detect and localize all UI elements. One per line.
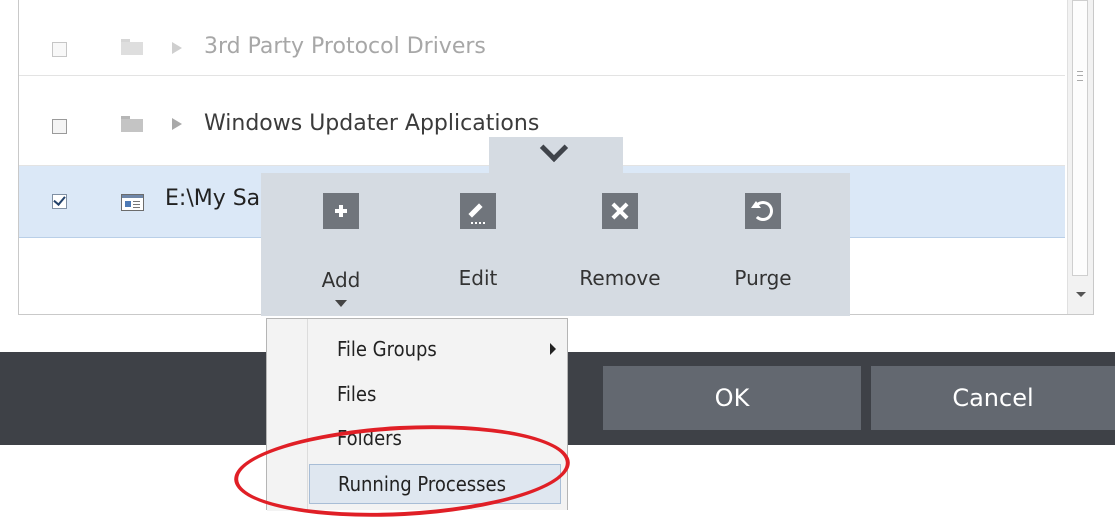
ok-button[interactable]: OK bbox=[603, 366, 861, 430]
menu-item-files[interactable]: Files bbox=[309, 372, 561, 416]
remove-button[interactable]: Remove bbox=[570, 193, 670, 313]
pencil-icon[interactable] bbox=[460, 193, 496, 229]
scrollbar-thumb[interactable] bbox=[1072, 0, 1088, 276]
edit-label: Edit bbox=[458, 266, 498, 290]
edit-button[interactable]: Edit bbox=[428, 193, 528, 313]
list-row-3rd-party-protocol-drivers[interactable]: 3rd Party Protocol Drivers bbox=[19, 0, 1065, 76]
toolbar-collapse-tab[interactable] bbox=[489, 133, 623, 173]
expand-arrow-icon[interactable] bbox=[172, 42, 182, 54]
folder-icon bbox=[121, 39, 143, 55]
row-label: E:\My Sa bbox=[165, 186, 261, 211]
row-checkbox[interactable] bbox=[52, 119, 67, 134]
row-label: Windows Updater Applications bbox=[204, 111, 540, 136]
scroll-down-arrow-icon[interactable] bbox=[1076, 292, 1086, 297]
plus-icon[interactable] bbox=[323, 193, 359, 229]
vertical-scrollbar[interactable] bbox=[1067, 0, 1093, 314]
row-checkbox-checked[interactable] bbox=[52, 193, 67, 209]
expand-arrow-icon[interactable] bbox=[172, 118, 182, 130]
folder-icon bbox=[121, 116, 143, 132]
menu-item-label: File Groups bbox=[337, 337, 437, 361]
menu-item-file-groups[interactable]: File Groups bbox=[309, 327, 561, 371]
checkmark-icon bbox=[53, 193, 66, 206]
row-label: 3rd Party Protocol Drivers bbox=[204, 34, 486, 59]
add-label: Add bbox=[321, 268, 361, 292]
grip-icon bbox=[1077, 71, 1083, 81]
refresh-icon[interactable] bbox=[745, 193, 781, 229]
cancel-button[interactable]: Cancel bbox=[871, 366, 1115, 430]
submenu-arrow-icon bbox=[550, 343, 556, 355]
close-icon[interactable] bbox=[602, 193, 638, 229]
menu-item-label: Files bbox=[337, 382, 377, 406]
chevron-down-icon[interactable] bbox=[539, 133, 569, 163]
add-button[interactable]: Add bbox=[291, 193, 391, 313]
remove-label: Remove bbox=[579, 266, 661, 290]
caret-down-icon[interactable] bbox=[335, 300, 347, 307]
action-toolbar: Add Edit Remove Purge bbox=[261, 173, 850, 316]
purge-button[interactable]: Purge bbox=[713, 193, 813, 313]
row-checkbox[interactable] bbox=[52, 42, 67, 57]
purge-label: Purge bbox=[734, 266, 792, 290]
application-icon bbox=[121, 194, 144, 211]
